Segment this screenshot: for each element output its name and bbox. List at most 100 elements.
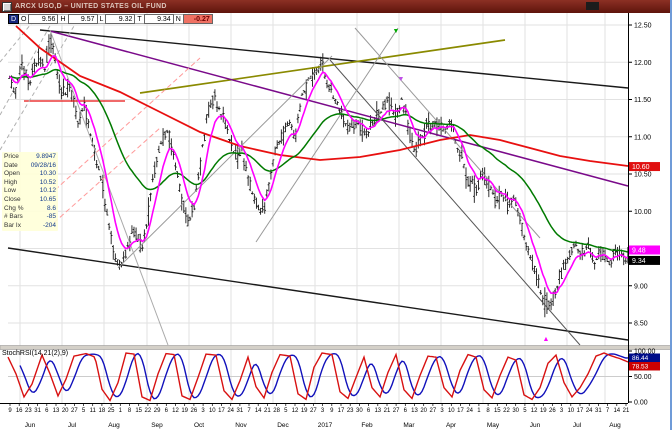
month-label: Sep (151, 422, 163, 429)
month-label: 2017 (318, 422, 333, 429)
y-axis-label: 10.00 (634, 209, 652, 216)
month-label: Jun (530, 422, 541, 429)
week-tick-label: 24 (586, 408, 593, 414)
week-tick-label: 27 (393, 408, 400, 414)
magenta-up-arrow: ▲ (543, 336, 550, 343)
week-tick-label: 17 (457, 408, 464, 414)
y-axis-label: 9.00 (634, 283, 648, 290)
month-label: Feb (361, 422, 373, 429)
week-tick-label: 27 (310, 408, 317, 414)
y-axis-label: 12.00 (634, 60, 652, 67)
cursor-row-value: 10.12 (40, 187, 56, 196)
week-tick-label: 31 (237, 408, 244, 414)
cursor-row-label: Date (4, 162, 18, 171)
interval-box: D (8, 14, 19, 24)
quote-field-label: T (135, 14, 143, 24)
cursor-row-value: 9.8947 (36, 153, 56, 162)
title-bar-button[interactable] (586, 2, 599, 10)
week-tick-label: 22 (503, 408, 510, 414)
stoch-indicator-label: StochRSI(14,21(2),9) (2, 350, 68, 357)
cursor-data-row: High10.52 (4, 179, 56, 188)
month-label: Oct (194, 422, 204, 429)
week-tick-label: 13 (411, 408, 418, 414)
window-title: ARCX USO,D – UNITED STATES OIL FUND (15, 3, 167, 10)
week-tick-label: 11 (90, 408, 97, 414)
cursor-data-row: # Bars-85 (4, 213, 56, 222)
cursor-data-row: Price 9.8947 (4, 153, 56, 162)
week-tick-label: 21 (264, 408, 271, 414)
stoch-axis-label: 50.00 (634, 374, 652, 381)
week-tick-label: 19 (301, 408, 308, 414)
month-label: Mar (403, 422, 415, 429)
quote-field-label: H (58, 14, 67, 24)
week-tick-label: 17 (577, 408, 584, 414)
week-tick-label: 14 (613, 408, 620, 414)
month-label: May (487, 422, 500, 429)
chart-window: ▼▼▲12.5012.0011.5011.0010.5010.009.008.5… (0, 0, 672, 430)
price-badge-label: 9.48 (632, 247, 646, 254)
price-badge-label: 10.60 (632, 164, 650, 171)
week-tick-label: 23 (25, 408, 32, 414)
week-tick-label: 19 (181, 408, 188, 414)
month-label: Aug (108, 422, 120, 429)
month-label: Apr (446, 422, 457, 429)
cursor-row-value: 8.6 (47, 205, 56, 214)
week-tick-label: 21 (623, 408, 630, 414)
month-label: Aug (609, 422, 621, 429)
y-axis-label: 11.00 (634, 134, 651, 141)
cursor-data-panel: Price 9.8947Date09/28/16Open 10.30High10.5… (2, 152, 58, 231)
week-tick-label: 26 (191, 408, 198, 414)
week-tick-label: 20 (420, 408, 427, 414)
y-axis-label: 11.50 (634, 97, 651, 104)
quote-field-label: O (19, 14, 28, 24)
cursor-data-row: Date09/28/16 (4, 162, 56, 171)
cursor-row-value: 10.30 (40, 170, 56, 179)
week-tick-label: 12 (292, 408, 299, 414)
violet-down-arrow: ▼ (398, 76, 405, 83)
week-tick-label: 10 (448, 408, 455, 414)
week-tick-label: 24 (227, 408, 234, 414)
week-tick-label: 31 (595, 408, 602, 414)
cursor-row-label: # Bars (4, 213, 23, 222)
quote-field-value: 9.57 (68, 14, 98, 24)
week-tick-label: 10 (209, 408, 216, 414)
panel-divider[interactable] (0, 346, 672, 350)
week-tick-label: 27 (71, 408, 78, 414)
quote-field-value: 9.32 (105, 14, 135, 24)
cursor-row-label: Open (4, 170, 20, 179)
green-down-arrow: ▼ (393, 28, 400, 35)
month-label: Nov (235, 422, 247, 429)
week-tick-label: 31 (34, 408, 41, 414)
week-tick-label: 25 (108, 408, 115, 414)
cursor-row-value: -204 (43, 222, 56, 231)
week-tick-label: 19 (540, 408, 547, 414)
chart-canvas[interactable]: ▼▼▲12.5012.0011.5011.0010.5010.009.008.5… (0, 0, 672, 430)
title-bar[interactable]: ARCX USO,D – UNITED STATES OIL FUND (0, 0, 670, 13)
quote-field-label: L (98, 14, 106, 24)
week-tick-label: 23 (347, 408, 354, 414)
week-tick-label: 22 (145, 408, 152, 414)
week-tick-label: 20 (62, 408, 69, 414)
cursor-row-label: Close (4, 196, 21, 205)
y-axis-label: 8.50 (634, 321, 648, 328)
week-tick-label: 16 (16, 408, 23, 414)
stoch-axis-label: 0.00 (634, 400, 648, 407)
week-tick-label: 28 (273, 408, 280, 414)
cursor-row-label: High (4, 179, 17, 188)
cursor-data-row: Chg %8.6 (4, 205, 56, 214)
cursor-row-label: Price (4, 153, 19, 162)
week-tick-label: 30 (356, 408, 363, 414)
cursor-row-label: Bar Ix (4, 222, 21, 231)
week-tick-label: 24 (466, 408, 473, 414)
week-tick-label: 14 (255, 408, 262, 414)
week-tick-label: 15 (494, 408, 501, 414)
quote-field-label: N (174, 14, 183, 24)
price-badge-label: 9.34 (632, 258, 646, 265)
quote-field-value: 9.56 (28, 14, 58, 24)
cursor-data-row: Open 10.30 (4, 170, 56, 179)
week-tick-label: 29 (154, 408, 161, 414)
week-tick-label: 15 (135, 408, 142, 414)
cursor-data-row: Low10.12 (4, 187, 56, 196)
gridlines (0, 13, 672, 430)
month-label: Jul (573, 422, 582, 429)
